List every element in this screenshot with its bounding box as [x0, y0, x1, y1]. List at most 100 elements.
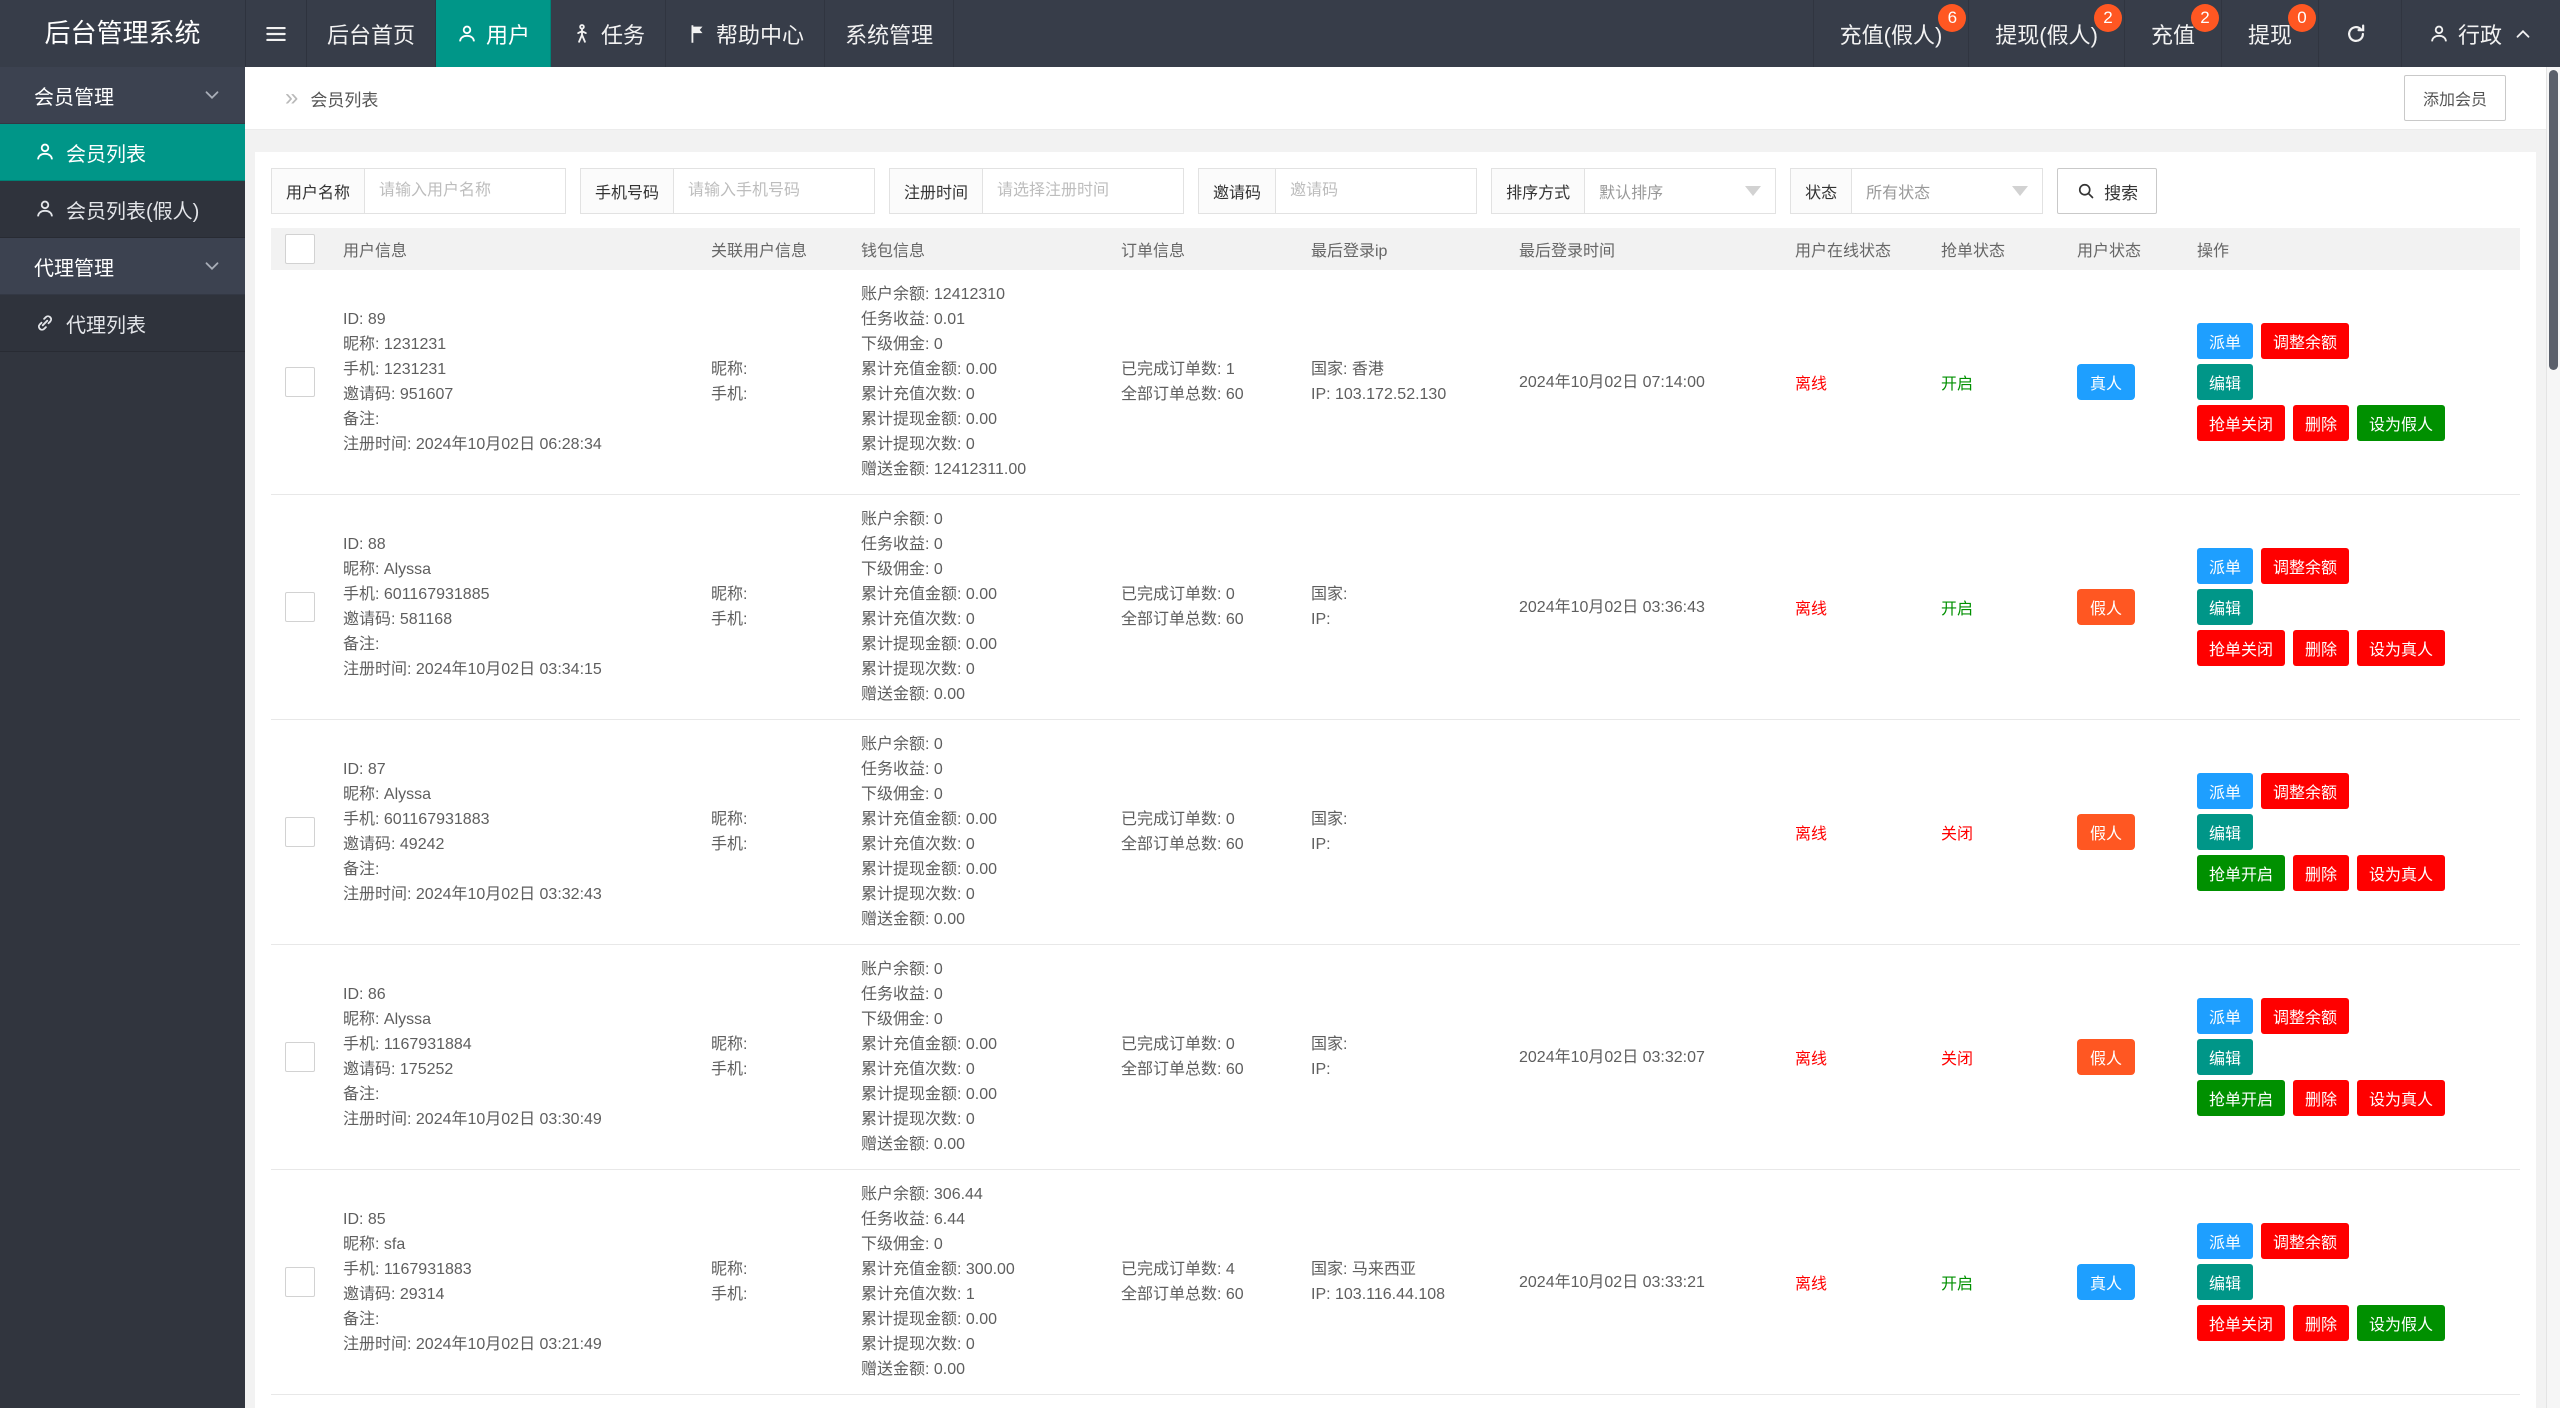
field-gift: 赠送金额: 0.00 [861, 911, 966, 928]
action-button[interactable]: 设为假人 [2357, 405, 2446, 441]
action-button[interactable]: 编辑 [2197, 814, 2254, 850]
row-checkbox[interactable] [285, 367, 315, 397]
action-button[interactable]: 调整余额 [2261, 773, 2350, 809]
action-button[interactable]: 派单 [2197, 548, 2254, 584]
hamburger-menu-icon[interactable] [245, 0, 307, 67]
shortcut-item[interactable]: 充值 2 [2123, 0, 2221, 67]
field-total_withdraw: 累计提现金额: 0.00 [861, 861, 998, 878]
action-button[interactable]: 抢单关闭 [2197, 1305, 2286, 1341]
action-button[interactable]: 删除 [2293, 1305, 2350, 1341]
action-button[interactable]: 派单 [2197, 323, 2254, 359]
action-button[interactable]: 派单 [2197, 1223, 2254, 1259]
nav-item-label: 帮助中心 [716, 22, 805, 48]
action-button[interactable]: 设为真人 [2357, 855, 2446, 891]
action-button[interactable]: 删除 [2293, 1080, 2350, 1116]
search-icon [2076, 181, 2096, 201]
nav-item[interactable]: 系统管理 [825, 0, 955, 67]
action-button[interactable]: 调整余额 [2261, 998, 2350, 1034]
shortcut-item[interactable]: 提现 0 [2220, 0, 2318, 67]
action-button[interactable]: 抢单开启 [2197, 1080, 2286, 1116]
wallet-cell: 账户余额: 0 任务收益: 0 下级佣金: 0 累计充值金额: 0.00 累计充值次数:… [847, 944, 1107, 1170]
search-button[interactable]: 搜索 [2057, 168, 2158, 214]
action-button[interactable]: 删除 [2293, 405, 2350, 441]
add-member-button[interactable]: 添加会员 [2403, 75, 2506, 121]
last-login-cell: 2024年10月02日 03:33:21 [1505, 1169, 1781, 1395]
sidebar-item[interactable]: 代理列表 [0, 295, 245, 352]
action-button[interactable]: 设为真人 [2357, 630, 2446, 666]
sidebar-group[interactable]: 会员管理 [0, 67, 245, 124]
filter-input[interactable] [983, 169, 1184, 213]
user-info-cell: ID: 87 昵称: Alyssa 手机: 601167931883 邀请码: 492… [329, 719, 697, 945]
nav-item[interactable]: 任务 [551, 0, 667, 67]
field-phone: 手机: 1231231 [343, 361, 447, 378]
field-id: ID: 89 [343, 311, 386, 328]
action-button[interactable]: 抢单关闭 [2197, 405, 2286, 441]
action-button[interactable]: 调整余额 [2261, 1223, 2350, 1259]
sidebar-item-label: 会员列表(假人) [66, 200, 200, 223]
action-button[interactable]: 派单 [2197, 998, 2254, 1034]
filter-label: 邀请码 [1199, 169, 1277, 213]
table-head-row: 用户信息 关联用户信息 钱包信息 订单信息 最后登录ip 最后登录时间 用户在线状态 抢单状态… [271, 228, 2520, 270]
action-button[interactable]: 抢单开启 [2197, 855, 2286, 891]
checkbox-cell [271, 494, 329, 720]
sidebar-item[interactable]: 会员列表 [0, 124, 245, 181]
sidebar-group[interactable]: 代理管理 [0, 238, 245, 295]
nav-item-label: 用户 [486, 22, 531, 48]
select-all-checkbox[interactable] [285, 234, 315, 264]
row-checkbox[interactable] [285, 1042, 315, 1072]
online-status: 离线 [1795, 376, 1828, 393]
last-login-time: 2024年10月02日 03:36:43 [1519, 598, 1705, 616]
user-type-badge: 假人 [2077, 589, 2136, 625]
action-button[interactable]: 删除 [2293, 855, 2350, 891]
filter-label: 排序方式 [1492, 169, 1586, 213]
filter-select[interactable]: 默认排序 [1585, 169, 1775, 213]
filter-input[interactable] [365, 169, 566, 213]
filter-input[interactable] [1276, 169, 1477, 213]
row-checkbox[interactable] [285, 1267, 315, 1297]
shortcut-item[interactable]: 提现(假人) 2 [1968, 0, 2124, 67]
nav-item[interactable]: 帮助中心 [666, 0, 826, 67]
sidebar-item-label: 代理列表 [66, 314, 146, 337]
field-total_withdraw: 累计提现金额: 0.00 [861, 1311, 998, 1328]
grab-status-cell: 开启 [1927, 270, 2063, 495]
field-total_recharge: 累计充值金额: 0.00 [861, 361, 998, 378]
row-checkbox[interactable] [285, 592, 315, 622]
sidebar-item[interactable]: 会员列表(假人) [0, 181, 245, 238]
filter-bar: 用户名称手机号码注册时间邀请码排序方式默认排序状态所有状态 搜索 [271, 152, 2520, 228]
action-button[interactable]: 派单 [2197, 773, 2254, 809]
action-button[interactable]: 设为真人 [2357, 1080, 2446, 1116]
user-menu[interactable]: 行政 [2400, 0, 2560, 67]
action-button[interactable]: 调整余额 [2261, 323, 2350, 359]
column-header: 关联用户信息 [697, 228, 847, 270]
action-button[interactable]: 编辑 [2197, 589, 2254, 625]
filter-input[interactable] [674, 169, 875, 213]
refresh-button[interactable] [2317, 0, 2401, 67]
login-ip-cell: 国家: 香港 IP: 103.172.52.130 [1297, 270, 1505, 495]
nav-item[interactable]: 用户 [436, 0, 552, 67]
table-row: ID: 85 昵称: sfa 手机: 1167931883 邀请码: 29314 备注:… [271, 1169, 2520, 1395]
action-button[interactable]: 编辑 [2197, 1264, 2254, 1300]
nav-item[interactable]: 后台首页 [307, 0, 437, 67]
user-type-badge: 真人 [2077, 364, 2136, 400]
notification-badge: 6 [1938, 4, 1967, 32]
action-button[interactable]: 编辑 [2197, 364, 2254, 400]
action-button[interactable]: 调整余额 [2261, 548, 2350, 584]
action-button[interactable]: 删除 [2293, 630, 2350, 666]
field-balance: 账户余额: 0 [861, 736, 943, 753]
last-login-cell: 2024年10月02日 07:14:00 [1505, 270, 1781, 495]
action-button[interactable]: 编辑 [2197, 1039, 2254, 1075]
scrollbar-thumb[interactable] [2549, 70, 2558, 370]
person-icon [456, 23, 478, 45]
field-withdraw_count: 累计提现次数: 0 [861, 661, 975, 678]
action-button[interactable]: 抢单关闭 [2197, 630, 2286, 666]
action-button[interactable]: 设为假人 [2357, 1305, 2446, 1341]
field-ip: IP: 103.172.52.130 [1311, 386, 1447, 403]
checkbox-cell [271, 719, 329, 945]
row-checkbox[interactable] [285, 817, 315, 847]
shortcut-item[interactable]: 充值(假人) 6 [1812, 0, 1969, 67]
grab-status: 关闭 [1941, 1051, 1974, 1068]
filter-select[interactable]: 所有状态 [1852, 169, 2042, 213]
notification-badge: 0 [2287, 4, 2316, 32]
online-status: 离线 [1795, 1276, 1828, 1293]
field-total_withdraw: 累计提现金额: 0.00 [861, 636, 998, 653]
